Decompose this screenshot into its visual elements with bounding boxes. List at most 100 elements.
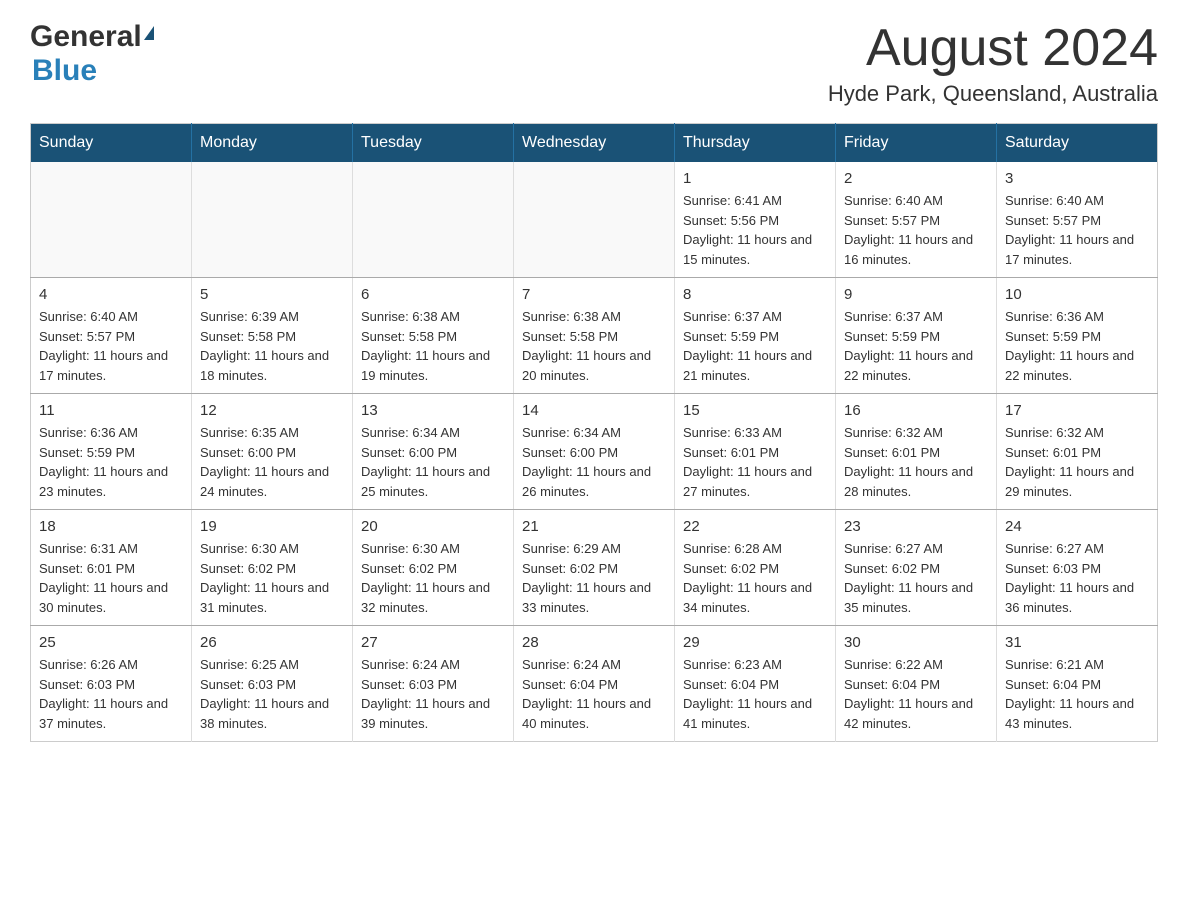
day-number: 22	[683, 518, 827, 535]
day-info: Sunrise: 6:38 AM Sunset: 5:58 PM Dayligh…	[361, 307, 505, 385]
calendar-day-cell: 26 Sunrise: 6:25 AM Sunset: 6:03 PM Dayli…	[192, 626, 353, 742]
calendar-day-cell: 15Sunrise: 6:33 AM Sunset: 6:01 PM Dayli…	[675, 394, 836, 510]
day-info: Sunrise: 6:40 AM Sunset: 5:57 PM Dayligh…	[844, 191, 988, 269]
calendar-week-row: 1 Sunrise: 6:41 AM Sunset: 5:56 PM Daylig…	[31, 162, 1158, 278]
calendar-day-cell: 31 Sunrise: 6:21 AM Sunset: 6:04 PM Dayli…	[997, 626, 1158, 742]
calendar-day-cell	[353, 162, 514, 278]
calendar-day-cell: 27 Sunrise: 6:24 AM Sunset: 6:03 PM Dayli…	[353, 626, 514, 742]
day-number: 2	[844, 170, 988, 187]
day-number: 27	[361, 634, 505, 651]
day-number: 11	[39, 402, 183, 419]
day-number: 7	[522, 286, 666, 303]
calendar-day-cell: 8 Sunrise: 6:37 AM Sunset: 5:59 PM Daylig…	[675, 278, 836, 394]
calendar-week-row: 4Sunrise: 6:40 AM Sunset: 5:57 PM Daylig…	[31, 278, 1158, 394]
page-header: General Blue August 2024 Hyde Park, Quee…	[30, 20, 1158, 107]
calendar-day-cell: 6 Sunrise: 6:38 AM Sunset: 5:58 PM Daylig…	[353, 278, 514, 394]
calendar-day-cell: 18 Sunrise: 6:31 AM Sunset: 6:01 PM Dayli…	[31, 510, 192, 626]
calendar-day-cell: 11 Sunrise: 6:36 AM Sunset: 5:59 PM Dayli…	[31, 394, 192, 510]
day-number: 12	[200, 402, 344, 419]
day-number: 21	[522, 518, 666, 535]
day-info: Sunrise: 6:32 AM Sunset: 6:01 PM Dayligh…	[844, 423, 988, 501]
calendar-day-header: Wednesday	[514, 124, 675, 163]
calendar-day-cell: 2 Sunrise: 6:40 AM Sunset: 5:57 PM Daylig…	[836, 162, 997, 278]
month-title: August 2024	[828, 20, 1158, 77]
calendar-day-cell: 13 Sunrise: 6:34 AM Sunset: 6:00 PM Dayli…	[353, 394, 514, 510]
day-info: Sunrise: 6:26 AM Sunset: 6:03 PM Dayligh…	[39, 655, 183, 733]
calendar-day-cell: 24Sunrise: 6:27 AM Sunset: 6:03 PM Dayli…	[997, 510, 1158, 626]
calendar-day-cell: 30Sunrise: 6:22 AM Sunset: 6:04 PM Dayli…	[836, 626, 997, 742]
calendar-day-cell: 25Sunrise: 6:26 AM Sunset: 6:03 PM Dayli…	[31, 626, 192, 742]
calendar-day-cell: 21 Sunrise: 6:29 AM Sunset: 6:02 PM Dayli…	[514, 510, 675, 626]
day-info: Sunrise: 6:22 AM Sunset: 6:04 PM Dayligh…	[844, 655, 988, 733]
day-info: Sunrise: 6:27 AM Sunset: 6:03 PM Dayligh…	[1005, 539, 1149, 617]
calendar-day-header: Tuesday	[353, 124, 514, 163]
day-number: 4	[39, 286, 183, 303]
day-info: Sunrise: 6:34 AM Sunset: 6:00 PM Dayligh…	[522, 423, 666, 501]
day-info: Sunrise: 6:32 AM Sunset: 6:01 PM Dayligh…	[1005, 423, 1149, 501]
calendar-day-cell: 5Sunrise: 6:39 AM Sunset: 5:58 PM Daylig…	[192, 278, 353, 394]
calendar-day-cell	[514, 162, 675, 278]
day-number: 31	[1005, 634, 1149, 651]
calendar-day-header: Friday	[836, 124, 997, 163]
calendar-day-cell: 12 Sunrise: 6:35 AM Sunset: 6:00 PM Dayli…	[192, 394, 353, 510]
calendar-day-cell: 16Sunrise: 6:32 AM Sunset: 6:01 PM Dayli…	[836, 394, 997, 510]
calendar-day-cell: 9Sunrise: 6:37 AM Sunset: 5:59 PM Daylig…	[836, 278, 997, 394]
calendar-day-header: Saturday	[997, 124, 1158, 163]
calendar-day-cell: 7 Sunrise: 6:38 AM Sunset: 5:58 PM Daylig…	[514, 278, 675, 394]
logo-general-text: General	[30, 20, 142, 54]
day-number: 10	[1005, 286, 1149, 303]
logo-arrow-icon	[144, 26, 154, 40]
day-info: Sunrise: 6:23 AM Sunset: 6:04 PM Dayligh…	[683, 655, 827, 733]
day-number: 8	[683, 286, 827, 303]
day-info: Sunrise: 6:31 AM Sunset: 6:01 PM Dayligh…	[39, 539, 183, 617]
day-number: 5	[200, 286, 344, 303]
logo-blue-text: Blue	[32, 54, 154, 88]
calendar-day-header: Thursday	[675, 124, 836, 163]
day-number: 26	[200, 634, 344, 651]
day-number: 18	[39, 518, 183, 535]
calendar-day-cell: 3Sunrise: 6:40 AM Sunset: 5:57 PM Daylig…	[997, 162, 1158, 278]
day-info: Sunrise: 6:38 AM Sunset: 5:58 PM Dayligh…	[522, 307, 666, 385]
day-info: Sunrise: 6:34 AM Sunset: 6:00 PM Dayligh…	[361, 423, 505, 501]
day-info: Sunrise: 6:36 AM Sunset: 5:59 PM Dayligh…	[39, 423, 183, 501]
day-info: Sunrise: 6:25 AM Sunset: 6:03 PM Dayligh…	[200, 655, 344, 733]
day-number: 19	[200, 518, 344, 535]
day-number: 29	[683, 634, 827, 651]
day-number: 13	[361, 402, 505, 419]
calendar-day-cell: 20 Sunrise: 6:30 AM Sunset: 6:02 PM Dayli…	[353, 510, 514, 626]
day-info: Sunrise: 6:33 AM Sunset: 6:01 PM Dayligh…	[683, 423, 827, 501]
calendar-week-row: 18 Sunrise: 6:31 AM Sunset: 6:01 PM Dayli…	[31, 510, 1158, 626]
calendar-day-cell: 17 Sunrise: 6:32 AM Sunset: 6:01 PM Dayli…	[997, 394, 1158, 510]
day-info: Sunrise: 6:40 AM Sunset: 5:57 PM Dayligh…	[1005, 191, 1149, 269]
day-info: Sunrise: 6:36 AM Sunset: 5:59 PM Dayligh…	[1005, 307, 1149, 385]
day-number: 9	[844, 286, 988, 303]
day-number: 28	[522, 634, 666, 651]
calendar-day-cell: 19 Sunrise: 6:30 AM Sunset: 6:02 PM Dayli…	[192, 510, 353, 626]
day-info: Sunrise: 6:37 AM Sunset: 5:59 PM Dayligh…	[683, 307, 827, 385]
day-info: Sunrise: 6:24 AM Sunset: 6:03 PM Dayligh…	[361, 655, 505, 733]
day-number: 6	[361, 286, 505, 303]
day-info: Sunrise: 6:28 AM Sunset: 6:02 PM Dayligh…	[683, 539, 827, 617]
calendar-day-cell	[192, 162, 353, 278]
calendar-day-cell: 1 Sunrise: 6:41 AM Sunset: 5:56 PM Daylig…	[675, 162, 836, 278]
day-info: Sunrise: 6:35 AM Sunset: 6:00 PM Dayligh…	[200, 423, 344, 501]
day-info: Sunrise: 6:30 AM Sunset: 6:02 PM Dayligh…	[200, 539, 344, 617]
calendar-table: SundayMondayTuesdayWednesdayThursdayFrid…	[30, 123, 1158, 742]
calendar-day-cell: 28 Sunrise: 6:24 AM Sunset: 6:04 PM Dayli…	[514, 626, 675, 742]
day-number: 14	[522, 402, 666, 419]
calendar-day-header: Sunday	[31, 124, 192, 163]
location-text: Hyde Park, Queensland, Australia	[828, 81, 1158, 107]
day-info: Sunrise: 6:30 AM Sunset: 6:02 PM Dayligh…	[361, 539, 505, 617]
day-number: 1	[683, 170, 827, 187]
calendar-day-cell: 29 Sunrise: 6:23 AM Sunset: 6:04 PM Dayli…	[675, 626, 836, 742]
day-number: 20	[361, 518, 505, 535]
calendar-day-cell	[31, 162, 192, 278]
day-number: 17	[1005, 402, 1149, 419]
day-info: Sunrise: 6:21 AM Sunset: 6:04 PM Dayligh…	[1005, 655, 1149, 733]
calendar-day-cell: 4Sunrise: 6:40 AM Sunset: 5:57 PM Daylig…	[31, 278, 192, 394]
day-info: Sunrise: 6:29 AM Sunset: 6:02 PM Dayligh…	[522, 539, 666, 617]
day-info: Sunrise: 6:41 AM Sunset: 5:56 PM Dayligh…	[683, 191, 827, 269]
calendar-header-row: SundayMondayTuesdayWednesdayThursdayFrid…	[31, 124, 1158, 163]
day-info: Sunrise: 6:24 AM Sunset: 6:04 PM Dayligh…	[522, 655, 666, 733]
calendar-week-row: 11 Sunrise: 6:36 AM Sunset: 5:59 PM Dayli…	[31, 394, 1158, 510]
